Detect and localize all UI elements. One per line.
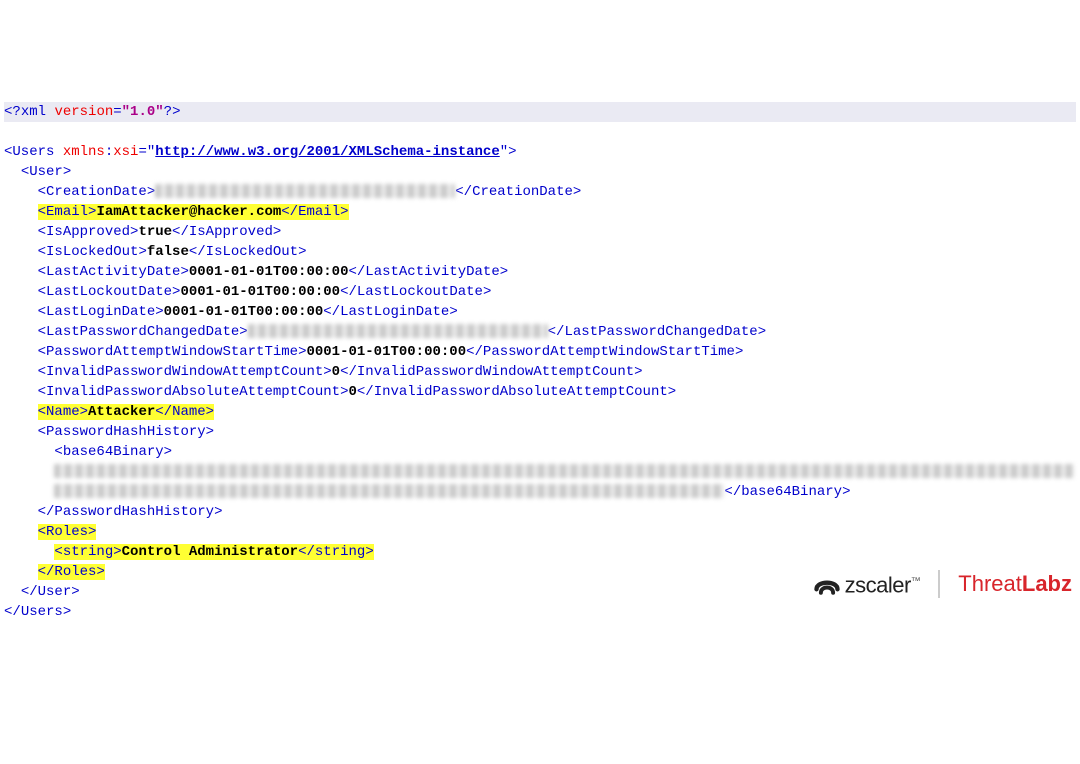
highlight-roles-open: <Roles>	[38, 524, 97, 540]
censored-pwd-changed	[248, 324, 548, 338]
highlight-role-string: <string>Control Administrator</string>	[54, 544, 373, 560]
highlight-name: <Name>Attacker</Name>	[38, 404, 214, 420]
zscaler-icon	[813, 570, 841, 598]
threatlabz-logo: ThreatLabz	[958, 574, 1072, 594]
censored-creation-date	[155, 184, 455, 198]
zscaler-logo: zscaler™	[813, 570, 941, 598]
highlight-email: <Email>IamAttacker@hacker.com</Email>	[38, 204, 349, 220]
highlight-roles-close: </Roles>	[38, 564, 105, 580]
censored-hash-line2	[54, 484, 724, 498]
xsi-url[interactable]: http://www.w3.org/2001/XMLSchema-instanc…	[155, 144, 499, 160]
xml-declaration: <?xml version="1.0"?>	[4, 102, 1076, 122]
censored-hash-line1	[54, 464, 1074, 478]
code-block: <?xml version="1.0"?> <Users xmlns:xsi="…	[4, 82, 1076, 622]
branding-footer: zscaler™ ThreatLabz	[813, 570, 1072, 598]
